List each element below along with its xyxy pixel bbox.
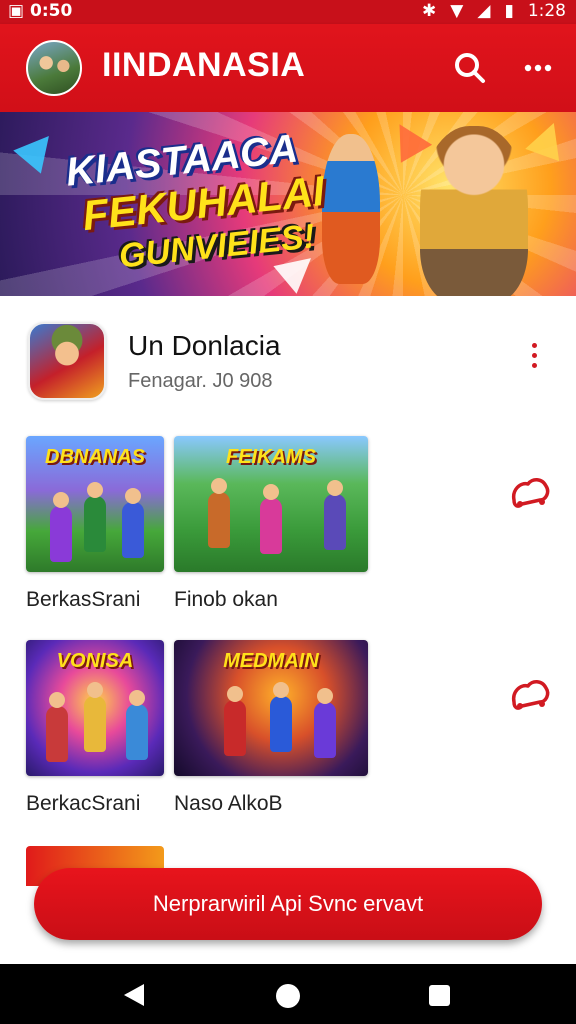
game-card-logo: FEIKAMS [226, 446, 316, 468]
card-character [208, 478, 230, 548]
game-card[interactable]: MEDMAIN [174, 640, 368, 776]
wifi-icon: ▼ [450, 1, 464, 21]
section-app-icon [28, 322, 106, 400]
game-card-title: Naso AlkoB [174, 792, 283, 815]
card-character [84, 482, 106, 552]
game-card-title: Finob okan [174, 588, 278, 611]
recents-icon[interactable] [429, 985, 450, 1006]
game-controller-icon [511, 680, 550, 710]
status-left-text: 0:50 [29, 1, 73, 21]
app-title: IINDANASIA [102, 46, 306, 84]
game-card[interactable]: FEIKAMS [174, 436, 368, 572]
home-icon[interactable] [276, 984, 300, 1008]
card-character [260, 484, 282, 554]
game-card-logo: VONISA [56, 650, 134, 672]
banner-character [420, 126, 528, 296]
card-character [270, 682, 292, 752]
game-card-title: BerkacSrani [26, 792, 141, 815]
game-card[interactable]: DBNANAS [26, 436, 164, 572]
banner-character [322, 134, 380, 284]
game-controller-button[interactable] [508, 474, 552, 514]
game-controller-button[interactable] [508, 676, 552, 716]
section-header[interactable]: Un Donlacia Fenagar. J0 908 [0, 316, 576, 408]
game-card-title: BerkasSrani [26, 588, 141, 611]
card-character [84, 682, 106, 752]
section-subtitle: Fenagar. J0 908 [128, 370, 273, 392]
more-options-button[interactable] [518, 48, 558, 88]
system-nav-bar [0, 964, 576, 1024]
search-button[interactable] [450, 48, 490, 88]
avatar[interactable] [26, 40, 82, 96]
sync-action-button[interactable]: Nerprarwiril Api Svnc ervavt [34, 868, 542, 940]
card-character [324, 480, 346, 550]
status-time: 1:28 [527, 1, 566, 21]
banner-headline: KIASTAACA FEKUHALAI GUNVIEIES! [64, 127, 327, 278]
bluetooth-icon: ✱ [422, 1, 437, 21]
card-character [50, 492, 72, 562]
game-card-logo: MEDMAIN [223, 650, 319, 672]
back-icon[interactable] [124, 984, 144, 1006]
section-title: Un Donlacia [128, 330, 281, 361]
card-character [126, 690, 148, 760]
game-card-logo: DBNANAS [45, 446, 145, 468]
battery-icon: ▮ [504, 1, 514, 21]
card-character [46, 692, 68, 762]
promo-banner[interactable]: KIASTAACA FEKUHALAI GUNVIEIES! [0, 112, 576, 296]
search-icon [455, 53, 485, 83]
sim-icon: ▣ [8, 1, 25, 21]
card-character [122, 488, 144, 558]
card-character [314, 688, 336, 758]
card-character [224, 686, 246, 756]
app-bar: IINDANASIA [0, 24, 576, 112]
status-left: ▣ 0:50 [8, 1, 72, 21]
status-bar: ▣ 0:50 ✱ ▼ ◢ ▮ 1:28 [0, 0, 576, 24]
more-horiz-icon [524, 64, 552, 72]
signal-icon: ◢ [477, 1, 491, 21]
game-controller-icon [511, 478, 550, 508]
game-card[interactable]: VONISA [26, 640, 164, 776]
more-vert-icon[interactable] [522, 338, 546, 378]
